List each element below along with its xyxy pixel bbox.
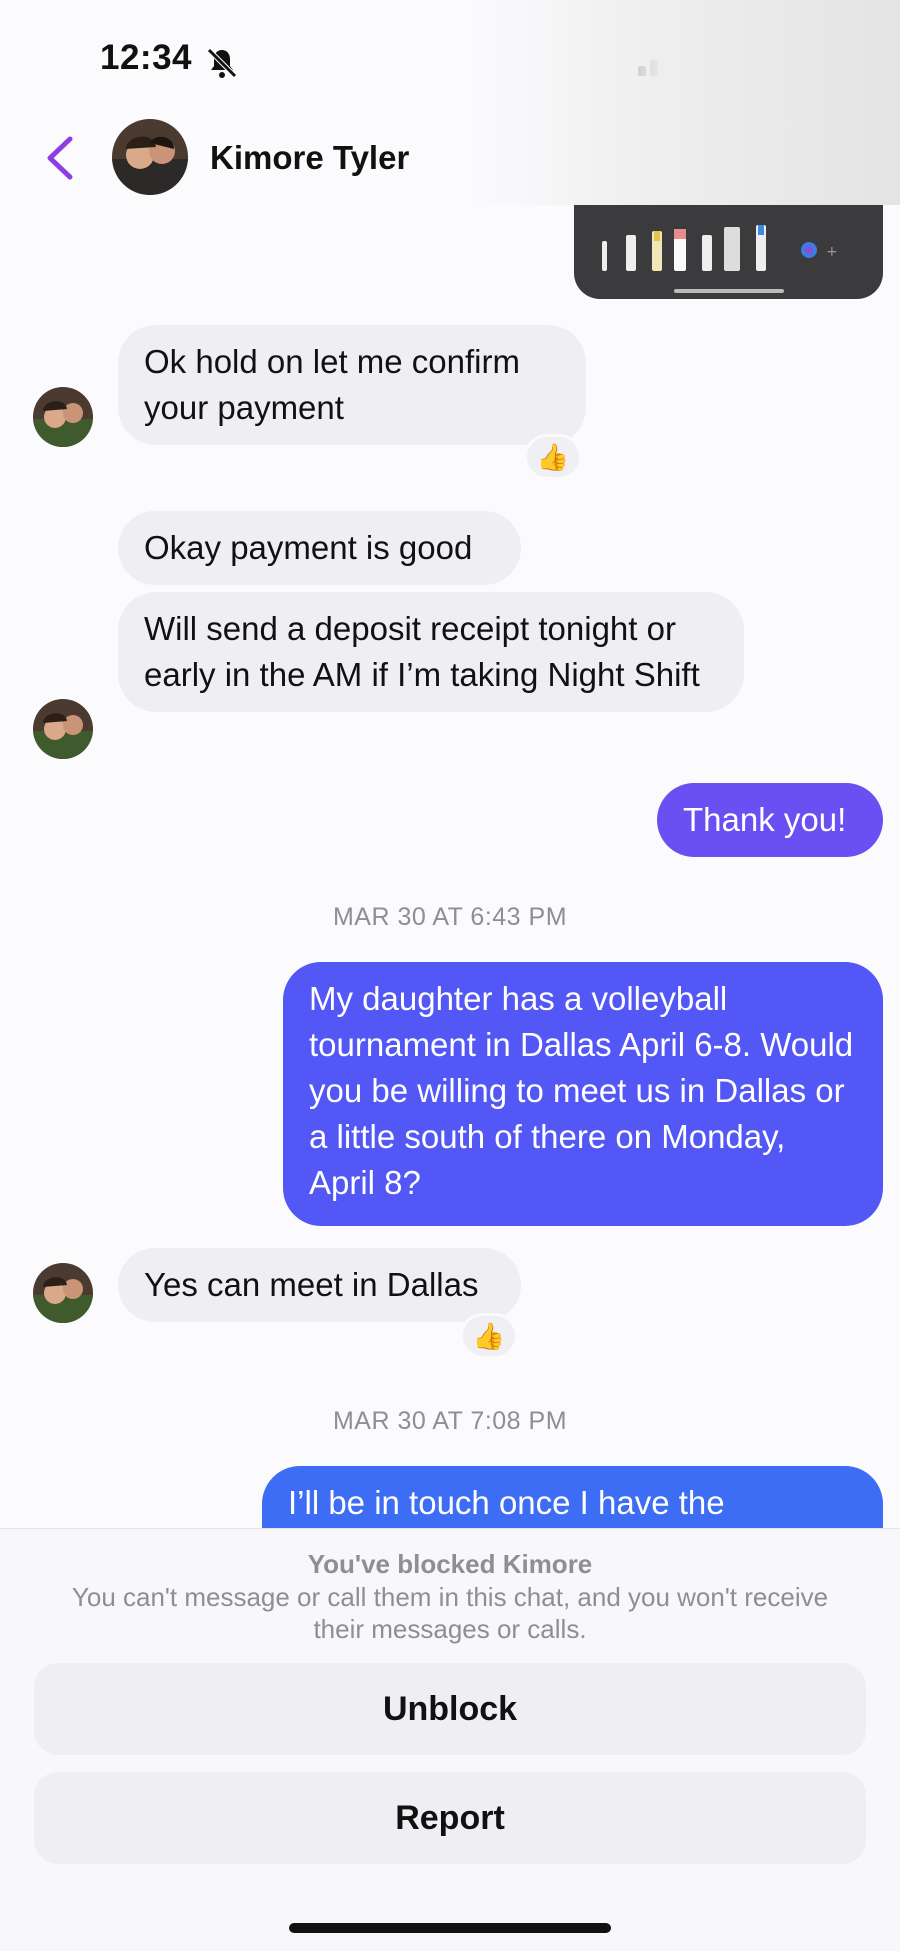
thumbs-up-reaction[interactable]: 👍 — [524, 434, 582, 480]
incoming-message[interactable]: Okay payment is good — [118, 511, 521, 585]
outgoing-message[interactable]: Thank you! — [657, 783, 883, 857]
status-time: 12:34 — [100, 38, 193, 77]
timestamp-divider: MAR 30 AT 6:43 PM — [332, 903, 568, 931]
blocked-title: You've blocked Kimore — [307, 1549, 593, 1579]
incoming-message[interactable]: Will send a deposit receipt tonight or e… — [118, 592, 744, 712]
svg-text:+: + — [826, 244, 838, 260]
sender-avatar[interactable] — [33, 699, 93, 759]
outgoing-message[interactable]: My daughter has a volleyball tournament … — [283, 962, 883, 1226]
back-chevron-icon[interactable] — [40, 133, 80, 183]
timestamp-divider: MAR 30 AT 7:08 PM — [332, 1407, 568, 1435]
sender-avatar[interactable] — [33, 387, 93, 447]
sender-avatar[interactable] — [33, 1263, 93, 1323]
blocked-panel: You've blocked Kimore You can't message … — [0, 1528, 900, 1951]
home-indicator[interactable] — [289, 1923, 611, 1933]
unblock-button[interactable]: Unblock — [34, 1663, 866, 1755]
contact-name[interactable]: Kimore Tyler — [210, 139, 409, 177]
bell-muted-icon — [207, 48, 237, 78]
report-button[interactable]: Report — [34, 1772, 866, 1864]
contact-avatar[interactable] — [112, 119, 188, 195]
incoming-message[interactable]: Ok hold on let me confirm your payment — [118, 325, 586, 445]
image-attachment-drawing-tools[interactable]: + — [574, 205, 883, 299]
thumbs-up-reaction[interactable]: 👍 — [460, 1313, 518, 1359]
incoming-message[interactable]: Yes can meet in Dallas — [118, 1248, 521, 1322]
chat-header: Kimore Tyler — [0, 105, 900, 205]
blocked-description: You can't message or call them in this c… — [71, 1582, 829, 1644]
